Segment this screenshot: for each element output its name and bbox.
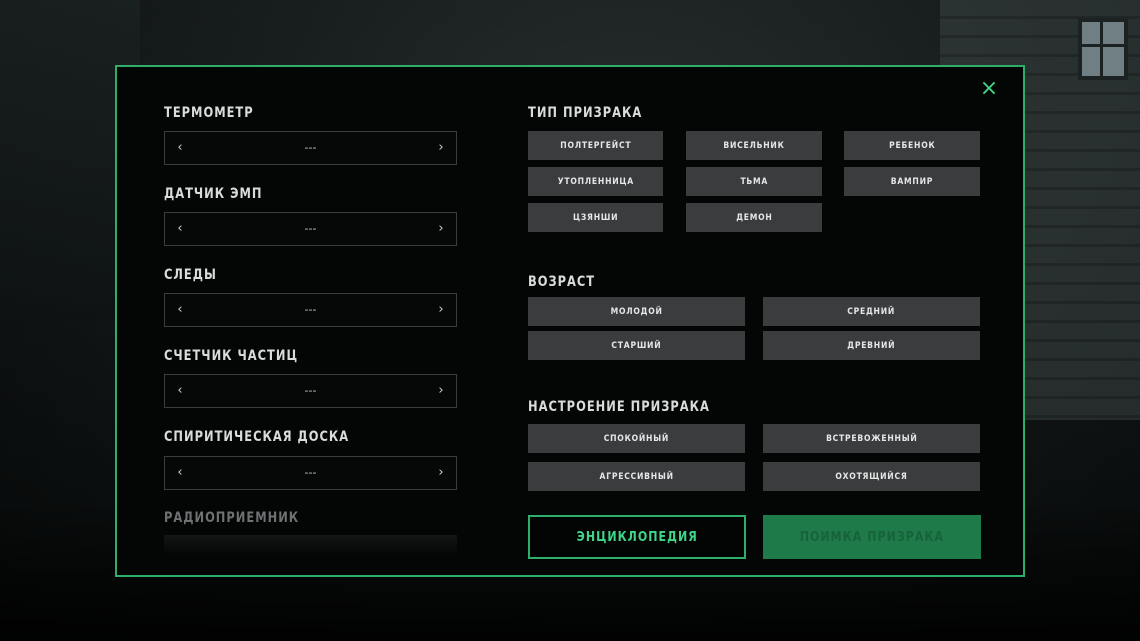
emf-sensor-value: ---	[304, 222, 317, 235]
spirit-board-label: СПИРИТИЧЕСКАЯ ДОСКА	[164, 429, 350, 445]
particle-counter-selector[interactable]: ‹ --- ›	[164, 374, 457, 408]
spirit-board-selector[interactable]: ‹ --- ›	[164, 456, 457, 490]
traces-value: ---	[304, 303, 317, 316]
age-older[interactable]: СТАРШИЙ	[528, 331, 745, 360]
chevron-right-icon[interactable]: ›	[430, 457, 452, 489]
traces-selector[interactable]: ‹ --- ›	[164, 293, 457, 327]
game-scene: × ТЕРМОМЕТР ‹ --- › ДАТЧИК ЭМП ‹ --- › С…	[0, 0, 1140, 641]
mood-hunting[interactable]: ОХОТЯЩИЙСЯ	[763, 462, 980, 491]
particle-counter-label: СЧЕТЧИК ЧАСТИЦ	[164, 348, 299, 364]
capture-ghost-button[interactable]: ПОИМКА ПРИЗРАКА	[763, 515, 981, 559]
chevron-right-icon[interactable]: ›	[430, 132, 452, 164]
chevron-right-icon[interactable]: ›	[430, 294, 452, 326]
chevron-left-icon[interactable]: ‹	[169, 213, 191, 245]
chevron-right-icon[interactable]: ›	[430, 375, 452, 407]
ghost-type-drowned[interactable]: УТОПЛЕННИЦА	[528, 167, 663, 196]
thermometer-label: ТЕРМОМЕТР	[164, 105, 254, 121]
age-young[interactable]: МОЛОДОЙ	[528, 297, 745, 326]
age-title: ВОЗРАСТ	[528, 274, 596, 290]
ghost-type-poltergeist[interactable]: ПОЛТЕРГЕЙСТ	[528, 131, 663, 160]
mood-title: НАСТРОЕНИЕ ПРИЗРАКА	[528, 399, 710, 415]
mood-calm[interactable]: СПОКОЙНЫЙ	[528, 424, 745, 453]
mood-aggressive[interactable]: АГРЕССИВНЫЙ	[528, 462, 745, 491]
encyclopedia-button[interactable]: ЭНЦИКЛОПЕДИЯ	[528, 515, 746, 559]
ghost-type-vampire[interactable]: ВАМПИР	[844, 167, 980, 196]
chevron-left-icon[interactable]: ‹	[169, 294, 191, 326]
close-icon[interactable]: ×	[977, 77, 1001, 101]
spirit-board-value: ---	[304, 466, 317, 479]
mood-anxious[interactable]: ВСТРЕВОЖЕННЫЙ	[763, 424, 980, 453]
traces-label: СЛЕДЫ	[164, 267, 217, 283]
emf-sensor-selector[interactable]: ‹ --- ›	[164, 212, 457, 246]
ghost-type-darkness[interactable]: ТЬМА	[686, 167, 822, 196]
background-window	[1078, 18, 1128, 80]
chevron-left-icon[interactable]: ‹	[169, 375, 191, 407]
ghost-type-demon[interactable]: ДЕМОН	[686, 203, 822, 232]
emf-sensor-label: ДАТЧИК ЭМП	[164, 186, 263, 202]
thermometer-value: ---	[304, 141, 317, 154]
ghost-journal-panel: × ТЕРМОМЕТР ‹ --- › ДАТЧИК ЭМП ‹ --- › С…	[115, 65, 1025, 577]
ghost-type-hanged[interactable]: ВИСЕЛЬНИК	[686, 131, 822, 160]
age-middle[interactable]: СРЕДНИЙ	[763, 297, 980, 326]
chevron-right-icon[interactable]: ›	[430, 213, 452, 245]
chevron-left-icon[interactable]: ‹	[169, 457, 191, 489]
ghost-type-child[interactable]: РЕБЕНОК	[844, 131, 980, 160]
ghost-type-jiangshi[interactable]: ЦЗЯНШИ	[528, 203, 663, 232]
age-ancient[interactable]: ДРЕВНИЙ	[763, 331, 980, 360]
ghost-type-title: ТИП ПРИЗРАКА	[528, 105, 643, 121]
chevron-left-icon[interactable]: ‹	[169, 132, 191, 164]
particle-counter-value: ---	[304, 384, 317, 397]
radio-receiver-label: РАДИОПРИЕМНИК	[164, 510, 300, 526]
radio-receiver-selector-faded[interactable]	[164, 535, 457, 555]
thermometer-selector[interactable]: ‹ --- ›	[164, 131, 457, 165]
